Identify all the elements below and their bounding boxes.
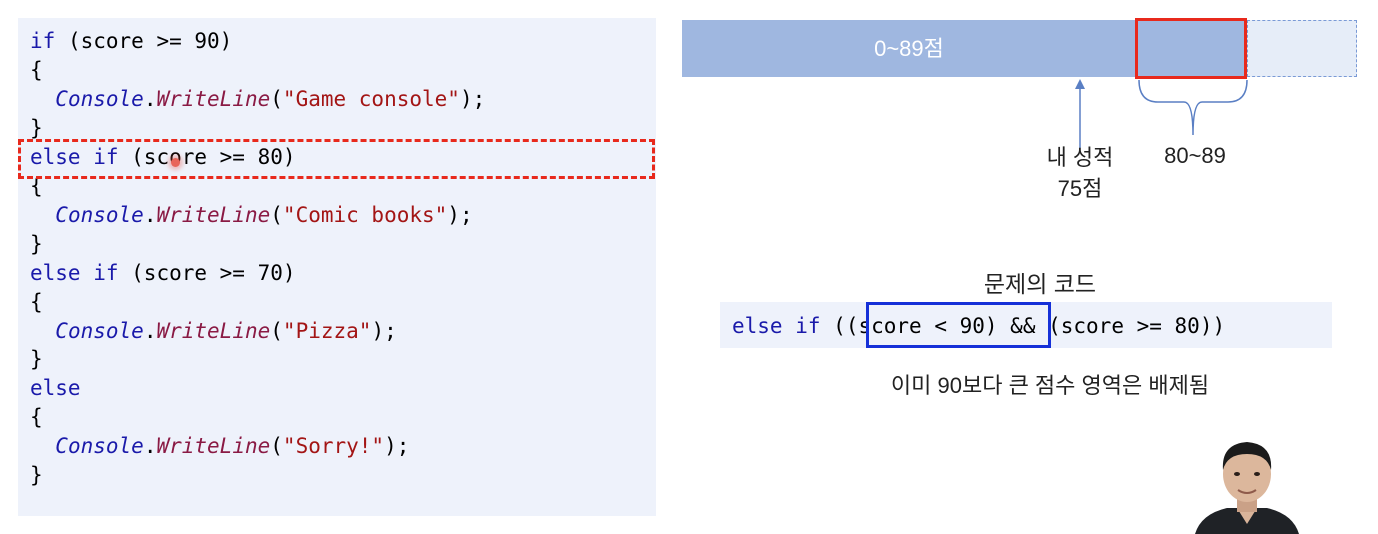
explanation-note: 이미 90보다 큰 점수 영역은 배제됨: [890, 373, 1210, 398]
presenter-video: [1187, 432, 1307, 534]
code-line: {: [30, 57, 43, 83]
problem-code-title: 문제의 코드: [983, 271, 1097, 297]
code-token: else if: [30, 260, 119, 285]
code-token: "Sorry!": [282, 434, 385, 459]
score-lt-90-highlight: [866, 302, 1051, 348]
range-80-89-highlight: [1135, 18, 1247, 79]
code-token: (: [270, 86, 283, 111]
code-token: );: [371, 318, 397, 343]
code-line: Console.WriteLine("Game console");: [30, 86, 485, 112]
code-line: {: [30, 289, 43, 315]
range-label-0-89: 0~89점: [874, 36, 944, 61]
code-token: (: [270, 202, 283, 227]
code-token: .: [143, 86, 157, 111]
problem-code-token: else if: [732, 314, 821, 338]
code-token: Console: [55, 318, 144, 343]
code-token: );: [447, 202, 473, 227]
code-token: WriteLine: [156, 318, 271, 343]
code-line: else: [30, 375, 81, 401]
code-token: {: [30, 289, 43, 314]
my-score-line1: 내 성적: [1046, 145, 1114, 170]
code-token: (: [270, 434, 283, 459]
code-line: {: [30, 404, 43, 430]
code-line: Console.WriteLine("Pizza");: [30, 318, 397, 344]
code-line: }: [30, 462, 43, 488]
code-line: }: [30, 346, 43, 372]
code-token: .: [143, 434, 157, 459]
code-token: WriteLine: [156, 86, 271, 111]
code-token: Console: [55, 434, 144, 459]
code-token: "Comic books": [282, 202, 448, 227]
code-token: .: [143, 202, 157, 227]
range-brace-icon: [1138, 80, 1248, 136]
code-token: Console: [55, 202, 144, 227]
code-token: "Pizza": [282, 318, 372, 343]
code-token: if: [30, 29, 56, 53]
my-score-arrow-icon: [1075, 79, 1085, 148]
code-token: .: [143, 318, 157, 343]
code-token: else: [30, 376, 81, 401]
code-token: "Game console": [282, 86, 460, 111]
range-above-89-dashed: [1247, 20, 1357, 77]
code-line: Console.WriteLine("Sorry!");: [30, 433, 409, 459]
code-token: (: [270, 318, 283, 343]
code-token: WriteLine: [156, 202, 271, 227]
problem-code-token: (: [820, 314, 846, 338]
pointer-cursor: [171, 158, 180, 167]
code-token: (score >= 70): [118, 260, 296, 285]
code-line: Console.WriteLine("Comic books");: [30, 202, 473, 228]
code-token: }: [30, 115, 43, 140]
code-token: {: [30, 57, 43, 82]
code-token: }: [30, 347, 43, 372]
code-token: );: [384, 434, 410, 459]
highlight-else-if-80: [18, 139, 655, 179]
code-token: }: [30, 231, 43, 256]
code-token: );: [459, 86, 486, 111]
code-token: Console: [55, 86, 144, 111]
my-score-line2: 75점: [1057, 176, 1103, 201]
code-token: }: [30, 463, 43, 488]
code-line: }: [30, 115, 43, 141]
code-token: (score >= 90): [55, 29, 233, 53]
code-line: else if (score >= 70): [30, 260, 296, 286]
code-line: if (score >= 90): [30, 28, 232, 54]
range-80-89-label: 80~89: [1164, 143, 1226, 168]
code-line: }: [30, 231, 43, 257]
code-token: WriteLine: [156, 434, 271, 459]
my-score-label: 내 성적 75점: [1030, 142, 1130, 204]
code-token: {: [30, 405, 43, 430]
